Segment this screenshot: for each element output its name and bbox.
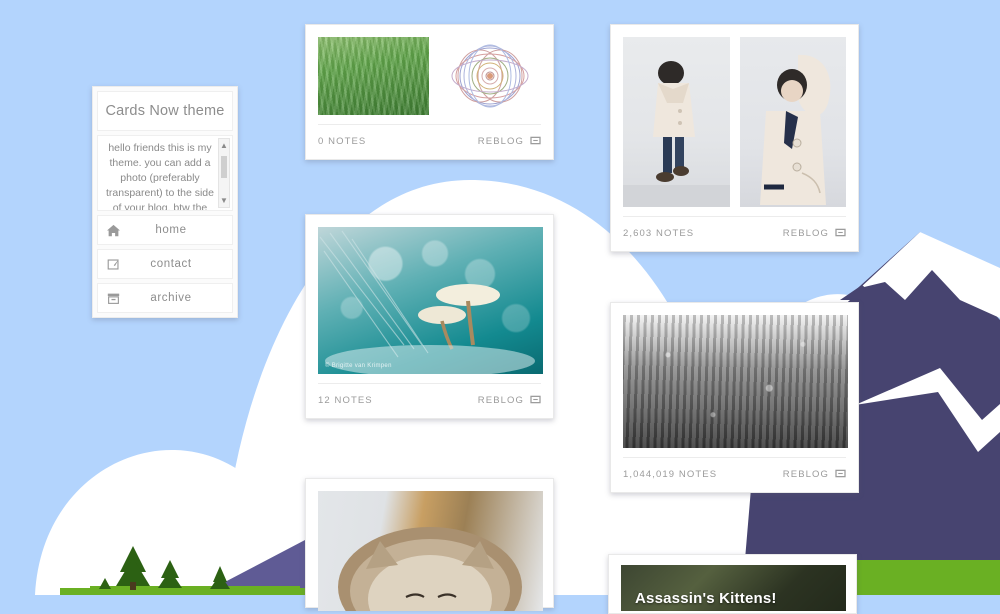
post-card[interactable]: © Brigitte van Krimpen 12 NOTES REBLOG (305, 214, 554, 419)
notes-count: 2,603 NOTES (623, 227, 695, 239)
mushroom-photo[interactable]: © Brigitte van Krimpen (318, 227, 543, 374)
assassin-photo[interactable]: Assassin's Kittens! (621, 565, 846, 611)
post-footer: 12 NOTES REBLOG (318, 383, 541, 418)
post-photos: © Brigitte van Krimpen (306, 215, 553, 374)
post-footer: 2,603 NOTES REBLOG (623, 216, 846, 251)
sidebar-item-home[interactable]: home (97, 215, 233, 246)
reblog-button[interactable]: REBLOG (478, 132, 541, 150)
reblog-icon (530, 132, 541, 150)
sidebar-item-contact[interactable]: contact (97, 249, 233, 280)
kitten-photo[interactable] (318, 491, 543, 611)
home-icon (98, 224, 128, 237)
reblog-button[interactable]: REBLOG (478, 391, 541, 409)
reblog-button[interactable]: REBLOG (783, 465, 846, 483)
mandala-photo[interactable] (438, 37, 541, 115)
reblog-label: REBLOG (782, 227, 829, 239)
notes-count: 12 NOTES (318, 394, 373, 406)
scroll-down-arrow-icon[interactable]: ▼ (219, 195, 229, 206)
photo-watermark: © Brigitte van Krimpen (325, 363, 392, 369)
scrollbar-thumb[interactable] (221, 156, 227, 179)
reblog-icon (835, 224, 846, 242)
reblog-icon (835, 465, 846, 483)
post-card[interactable]: 0 NOTES REBLOG (305, 24, 554, 160)
sidebar: Cards Now theme hello friends this is my… (92, 86, 238, 319)
notes-count: 1,044,019 NOTES (623, 468, 718, 480)
coat-photo-left[interactable] (623, 37, 730, 207)
coat-figure-right (760, 54, 831, 205)
rain-photo[interactable] (623, 315, 848, 448)
post-card[interactable]: Assassin's Kittens! (608, 554, 857, 614)
sidebar-item-home-label: home (155, 224, 187, 237)
reblog-label: REBLOG (477, 394, 524, 406)
post-title: Assassin's Kittens! (635, 590, 777, 607)
mushroom-artwork (319, 230, 535, 374)
sidebar-item-contact-label: contact (150, 258, 192, 271)
reblog-label: REBLOG (477, 135, 524, 147)
sidebar-item-archive[interactable]: archive (97, 283, 233, 314)
sidebar-title-panel: Cards Now theme (97, 91, 233, 132)
sidebar-description: hello friends this is my theme. you can … (106, 142, 214, 212)
description-scrollbar[interactable]: ▲ ▼ (218, 138, 230, 209)
mandala-artwork (451, 44, 529, 108)
reblog-button[interactable]: REBLOG (783, 224, 846, 242)
post-photos (306, 25, 553, 115)
post-card[interactable]: 1,044,019 NOTES REBLOG (610, 302, 859, 493)
page-title: Cards Now theme (105, 103, 225, 119)
coat-figure-left (623, 61, 730, 207)
edit-icon (98, 258, 128, 271)
post-card[interactable]: 2,603 NOTES REBLOG (610, 24, 859, 252)
post-card[interactable] (305, 478, 554, 611)
sidebar-item-archive-label: archive (150, 292, 192, 305)
kitten-artwork (338, 527, 522, 611)
reblog-label: REBLOG (782, 468, 829, 480)
notes-count: 0 NOTES (318, 135, 367, 147)
post-footer: 1,044,019 NOTES REBLOG (623, 457, 846, 492)
post-footer: 0 NOTES REBLOG (318, 124, 541, 159)
archive-icon (98, 292, 128, 305)
grass-photo[interactable] (318, 37, 429, 115)
post-photos (611, 25, 858, 207)
coat-photo-right[interactable] (740, 37, 846, 207)
scroll-up-arrow-icon[interactable]: ▲ (219, 140, 229, 151)
reblog-icon (530, 391, 541, 409)
sidebar-description-panel: hello friends this is my theme. you can … (97, 135, 233, 212)
